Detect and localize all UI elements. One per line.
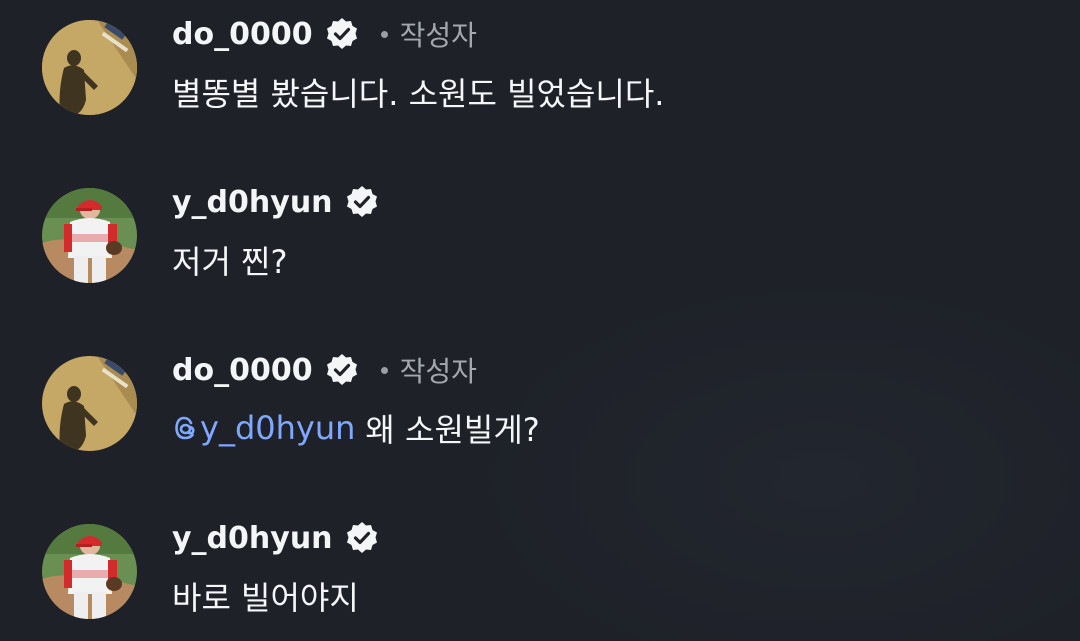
comment-thread: do_0000 작성자 별똥별 봤습니다. 소원도 빌었습니다. y_d0hyu…	[0, 0, 1080, 641]
mention-link[interactable]: y_d0hyun	[172, 409, 355, 447]
avatar[interactable]	[42, 524, 137, 619]
mention-username: y_d0hyun	[200, 409, 356, 447]
comment-header: do_0000 작성자	[172, 14, 477, 54]
username[interactable]: do_0000	[172, 353, 313, 388]
avatar-image-baseball-player	[42, 524, 137, 619]
username[interactable]: y_d0hyun	[172, 521, 333, 556]
avatar[interactable]	[42, 20, 137, 115]
comment-item: y_d0hyun 저거 찐?	[0, 168, 1080, 318]
avatar-image-shadow	[42, 356, 137, 451]
verified-badge-icon	[325, 17, 359, 51]
comment-text: 저거 찐?	[172, 243, 288, 281]
author-tag: 작성자	[399, 19, 477, 52]
separator-dot	[380, 30, 388, 38]
comment-text-body: 왜 소원빌게?	[365, 411, 540, 449]
avatar-image-shadow	[42, 20, 137, 115]
avatar-image-baseball-player	[42, 188, 137, 283]
username[interactable]: y_d0hyun	[172, 185, 333, 220]
author-tag: 작성자	[399, 355, 477, 388]
avatar[interactable]	[42, 356, 137, 451]
comment-item: do_0000 작성자 별똥별 봤습니다. 소원도 빌었습니다.	[0, 0, 1080, 150]
comment-header: y_d0hyun	[172, 182, 379, 222]
avatar[interactable]	[42, 188, 137, 283]
comment-header: do_0000 작성자	[172, 350, 477, 390]
comment-header: y_d0hyun	[172, 518, 379, 558]
comment-text: 바로 빌어야지	[172, 579, 359, 617]
verified-badge-icon	[345, 521, 379, 555]
comment-item: do_0000 작성자 y_d0hyun 왜 소원빌게?	[0, 336, 1080, 486]
comment-text: 별똥별 봤습니다. 소원도 빌었습니다.	[172, 75, 665, 113]
comment-text: y_d0hyun 왜 소원빌게?	[172, 406, 540, 450]
username[interactable]: do_0000	[172, 17, 313, 52]
threads-at-icon	[172, 414, 198, 442]
comment-item: y_d0hyun 바로 빌어야지	[0, 504, 1080, 641]
separator-dot	[380, 366, 388, 374]
verified-badge-icon	[325, 353, 359, 387]
verified-badge-icon	[345, 185, 379, 219]
